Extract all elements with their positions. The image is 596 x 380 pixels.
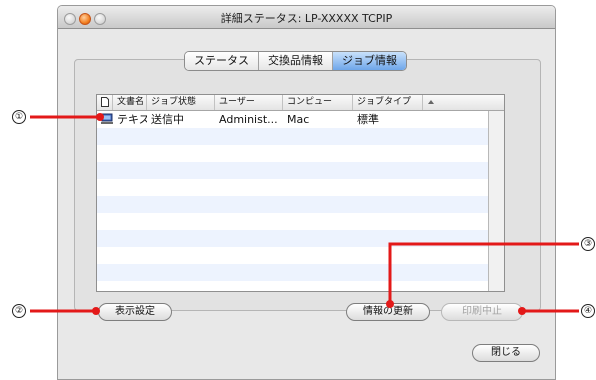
empty-row [97, 196, 488, 213]
cell-job-status: 送信中 [151, 113, 184, 126]
display-settings-button[interactable]: 表示設定 [98, 303, 172, 321]
close-button[interactable]: 閉じる [472, 344, 540, 362]
tab-job-info[interactable]: ジョブ情報 [333, 52, 406, 70]
cell-user: Administ... [219, 113, 278, 126]
title-bar: 詳細ステータス: LP-XXXXX TCPIP [58, 6, 555, 29]
column-header-document[interactable]: 文書名 [113, 95, 147, 110]
tab-consumables[interactable]: 交換品情報 [259, 52, 333, 70]
column-header-computer[interactable]: コンピュー [283, 95, 353, 110]
tab-status[interactable]: ステータス [185, 52, 259, 70]
tab-bar: ステータス 交換品情報 ジョブ情報 [184, 51, 407, 71]
callout-endpoint-3 [386, 300, 394, 308]
column-selector-button[interactable] [423, 95, 439, 110]
column-header-user[interactable]: ユーザー [215, 95, 283, 110]
callout-4: ④ [581, 304, 595, 318]
empty-row [97, 162, 488, 179]
column-header-job-type[interactable]: ジョブタイプ [353, 95, 423, 110]
job-list-header: 文書名 ジョブ状態 ユーザー コンピュー ジョブタイプ [97, 95, 504, 111]
empty-row [97, 145, 488, 162]
cell-job-type: 標準 [357, 113, 379, 126]
empty-row [97, 264, 488, 281]
callout-3: ③ [581, 237, 595, 251]
empty-row [97, 128, 488, 145]
callout-1: ① [12, 110, 26, 124]
empty-row [97, 213, 488, 230]
column-header-icon[interactable] [97, 95, 113, 110]
cell-document: テキスト [117, 113, 147, 126]
column-header-job-status[interactable]: ジョブ状態 [147, 95, 215, 110]
chevron-up-icon [428, 100, 434, 104]
callout-endpoint-4 [518, 307, 526, 315]
callout-2: ② [12, 304, 26, 318]
cancel-print-button[interactable]: 印刷中止 [441, 303, 523, 321]
job-list: 文書名 ジョブ状態 ユーザー コンピュー ジョブタイプ テキ 送信中 Admin… [96, 94, 505, 292]
callout-endpoint-1 [96, 113, 104, 121]
empty-row [97, 247, 488, 264]
cell-computer: Mac [287, 113, 310, 126]
vertical-scrollbar[interactable] [488, 111, 504, 291]
window-title: 詳細ステータス: LP-XXXXX TCPIP [220, 12, 393, 25]
empty-row [97, 179, 488, 196]
callout-endpoint-2 [92, 307, 100, 315]
empty-row [97, 230, 488, 247]
document-icon [101, 97, 109, 107]
table-row[interactable]: テキスト 送信中 Administ... Mac 標準 [97, 111, 488, 128]
job-status-window: 詳細ステータス: LP-XXXXX TCPIP ステータス 交換品情報 ジョブ情… [57, 5, 556, 380]
